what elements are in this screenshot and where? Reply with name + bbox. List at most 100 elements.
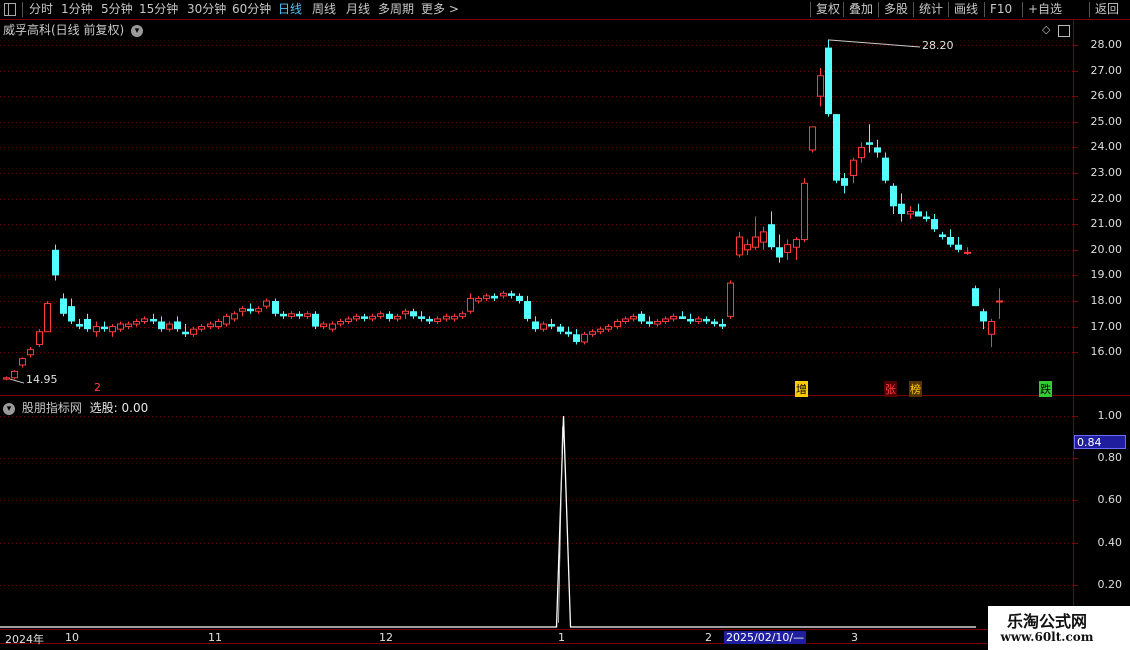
kline-chart[interactable]: [0, 0, 1130, 650]
candle-body: [117, 323, 124, 330]
candle-body: [955, 244, 962, 250]
candle-body: [150, 318, 157, 322]
candle-body: [166, 323, 173, 330]
candle-body: [410, 311, 417, 317]
candle-body: [614, 320, 621, 328]
candle-body: [850, 159, 857, 177]
date-cursor-label: 2025/02/10/—: [724, 631, 807, 644]
high-pointer: [827, 39, 921, 48]
candle-body: [500, 292, 507, 297]
candle-body: [508, 293, 515, 296]
candle-body: [801, 182, 808, 241]
candle-body: [866, 142, 873, 145]
candle-body: [158, 321, 165, 330]
candle-body: [353, 315, 360, 320]
candle-body: [858, 146, 865, 159]
high-price-label: 28.20: [922, 39, 954, 52]
candle-body: [434, 318, 441, 322]
candle-body: [133, 320, 140, 325]
candle-body: [19, 358, 26, 366]
candle-body: [646, 321, 653, 325]
candle-body: [532, 321, 539, 330]
price-tick-label: 22.00: [1090, 191, 1123, 205]
candle-body: [573, 334, 580, 342]
indicator-spike-edge: [558, 426, 563, 623]
candle-body: [491, 295, 498, 299]
candle-body: [475, 297, 482, 302]
candle-body: [402, 310, 409, 315]
candle-body: [898, 203, 905, 214]
candle-body: [11, 370, 18, 379]
candle-body: [247, 308, 254, 312]
price-tick-label: 23.00: [1090, 166, 1123, 179]
candle-body: [719, 324, 726, 327]
candle-body: [597, 328, 604, 333]
candle-body: [662, 318, 669, 322]
date-month-label: 12: [379, 631, 393, 644]
indicator-tick-label: 1.00: [1097, 409, 1123, 422]
candle-body: [93, 326, 100, 333]
indicator-tick-label: 0.60: [1097, 493, 1123, 507]
price-tick-label: 26.00: [1090, 89, 1123, 103]
candle-body: [27, 349, 34, 356]
signal-marker: 张: [884, 381, 897, 397]
candle-body: [369, 315, 376, 320]
candle-body: [939, 234, 946, 237]
date-month-label: 2: [705, 631, 712, 644]
candle-body: [174, 321, 181, 330]
candle-body: [654, 320, 661, 325]
candle-body: [198, 326, 205, 330]
candle-body: [280, 313, 287, 317]
candle-body: [540, 323, 547, 330]
candle-body: [3, 377, 10, 380]
candle-body: [768, 224, 775, 248]
date-year-label: 2024年: [5, 633, 44, 646]
candle-body: [207, 323, 214, 328]
candle-body: [84, 318, 91, 330]
indicator-tick-label: 0.40: [1097, 535, 1123, 549]
candle-body: [190, 328, 197, 335]
price-tick-label: 24.00: [1090, 140, 1123, 154]
candle-body: [996, 300, 1003, 303]
low-pointer: [9, 378, 25, 384]
candle-body: [841, 178, 848, 186]
price-tick-label: 16.00: [1090, 345, 1123, 359]
price-tick-label: 19.00: [1090, 268, 1123, 282]
candle-body: [377, 313, 384, 317]
candle-body: [426, 318, 433, 322]
price-tick-label: 20.00: [1090, 242, 1123, 256]
candle-body: [882, 157, 889, 181]
watermark-title: 乐淘公式网: [1006, 612, 1087, 631]
candle-body: [931, 219, 938, 230]
candle-body: [524, 301, 531, 319]
candle-body: [101, 326, 108, 330]
candle-body: [874, 147, 881, 153]
candle-body: [589, 331, 596, 335]
candle-body: [947, 237, 954, 245]
candle-body: [44, 303, 51, 333]
candle-body: [964, 251, 971, 254]
candle-body: [923, 216, 930, 220]
price-tick-label: 27.00: [1090, 63, 1123, 77]
signal-marker: 2: [94, 381, 101, 394]
date-month-label: 3: [851, 631, 858, 644]
candle-body: [345, 318, 352, 322]
candle-body: [182, 331, 189, 335]
candle-body: [109, 326, 116, 333]
candle-body: [255, 308, 262, 312]
candle-body: [752, 236, 759, 248]
candle-body: [329, 323, 336, 330]
candle-body: [312, 313, 319, 327]
candle-body: [980, 311, 987, 322]
candle-body: [215, 320, 222, 328]
signal-marker: 榜: [909, 381, 922, 397]
candle-body: [52, 249, 59, 276]
watermark: 乐淘公式网 www.60lt.com: [988, 606, 1130, 650]
candle-body: [459, 313, 466, 317]
date-month-label: 10: [65, 631, 79, 644]
candle-body: [516, 295, 523, 301]
candle-body: [670, 315, 677, 320]
candle-body: [784, 244, 791, 253]
candle-body: [548, 324, 555, 327]
candle-body: [483, 295, 490, 299]
